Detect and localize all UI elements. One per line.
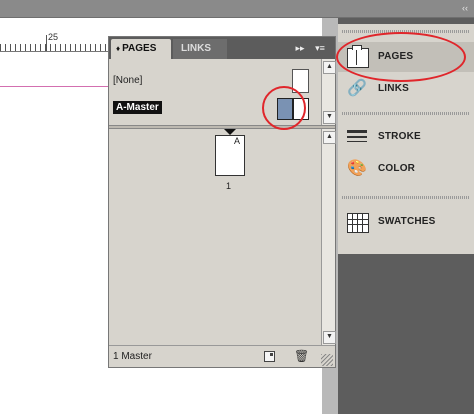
dock-item-pages[interactable]: PAGES <box>338 42 474 72</box>
dock-item-links[interactable]: 🔗 LINKS <box>338 74 474 104</box>
dock-item-color[interactable]: 🎨 COLOR <box>338 154 474 184</box>
tab-pages-label: PAGES <box>122 43 157 54</box>
trash-icon[interactable]: 🗑 <box>294 349 309 363</box>
collapse-all-icon[interactable]: ‹‹ <box>458 2 472 14</box>
ruler-ticks <box>0 44 112 51</box>
tab-options-icon: ♦ <box>116 44 121 53</box>
new-page-icon[interactable] <box>264 351 275 362</box>
panel-tab-bar: ♦ PAGES LINKS ▸▸ ▾≡ <box>109 37 335 59</box>
masters-scrollbar[interactable]: ▲ ▼ <box>321 59 336 125</box>
master-label-none: [None] <box>113 75 143 86</box>
master-row-none[interactable]: [None] <box>109 67 321 95</box>
stroke-icon <box>347 128 367 146</box>
color-icon: 🎨 <box>347 160 367 177</box>
master-thumbnail-left-page[interactable] <box>277 98 293 120</box>
pages-scrollbar[interactable]: ▲ ▼ <box>321 129 336 345</box>
scroll-up-button[interactable]: ▲ <box>323 131 336 144</box>
dock-group-separator[interactable] <box>342 196 470 199</box>
resize-grip-icon[interactable] <box>321 354 333 366</box>
swatches-icon <box>347 213 369 233</box>
pages-list: A 1 <box>109 129 321 345</box>
master-thumbnail-none[interactable] <box>292 69 309 93</box>
dock-panel-group: PAGES 🔗 LINKS STROKE 🎨 COLOR SWATCHES <box>338 24 474 254</box>
dock-label-swatches: SWATCHES <box>378 216 436 227</box>
page-thumbnail[interactable] <box>215 135 245 176</box>
dock-group-separator[interactable] <box>342 112 470 115</box>
page-number: 1 <box>226 181 232 191</box>
dock-label-color: COLOR <box>378 163 416 174</box>
tab-links-label: LINKS <box>181 43 211 54</box>
horizontal-ruler: 25 <box>0 30 112 52</box>
panel-footer: 1 Master 🗑 <box>109 345 335 367</box>
dock-label-links: LINKS <box>378 83 409 94</box>
expand-panel-icon[interactable]: ▸▸ <box>293 41 307 55</box>
master-label-a-master: A-Master <box>113 101 162 114</box>
scroll-up-button[interactable]: ▲ <box>323 61 336 74</box>
master-row-a-master[interactable]: A-Master <box>109 97 321 121</box>
tab-pages[interactable]: ♦ PAGES <box>111 39 171 59</box>
dock-grip[interactable] <box>342 30 470 33</box>
pages-icon <box>347 45 369 68</box>
panel-dock: PAGES 🔗 LINKS STROKE 🎨 COLOR SWATCHES <box>338 18 474 414</box>
scroll-down-button[interactable]: ▼ <box>323 331 336 344</box>
footer-status: 1 Master <box>113 351 152 362</box>
tab-links[interactable]: LINKS <box>173 39 227 59</box>
ruler-label: 25 <box>48 32 59 42</box>
pages-panel: ♦ PAGES LINKS ▸▸ ▾≡ [None] A-Master ▲ ▼ A… <box>108 36 336 368</box>
dock-label-stroke: STROKE <box>378 131 421 142</box>
dock-label-pages: PAGES <box>378 51 414 62</box>
dock-item-swatches[interactable]: SWATCHES <box>338 207 474 237</box>
top-strip: ‹‹ <box>0 0 474 18</box>
page-master-prefix: A <box>234 136 241 146</box>
dock-item-stroke[interactable]: STROKE <box>338 122 474 152</box>
margin-guide <box>0 86 112 87</box>
masters-list: [None] A-Master <box>109 59 321 125</box>
master-thumbnail-right-page[interactable] <box>293 98 309 120</box>
scroll-down-button[interactable]: ▼ <box>323 111 336 124</box>
panel-menu-icon[interactable]: ▾≡ <box>313 41 327 55</box>
links-icon: 🔗 <box>347 80 367 97</box>
